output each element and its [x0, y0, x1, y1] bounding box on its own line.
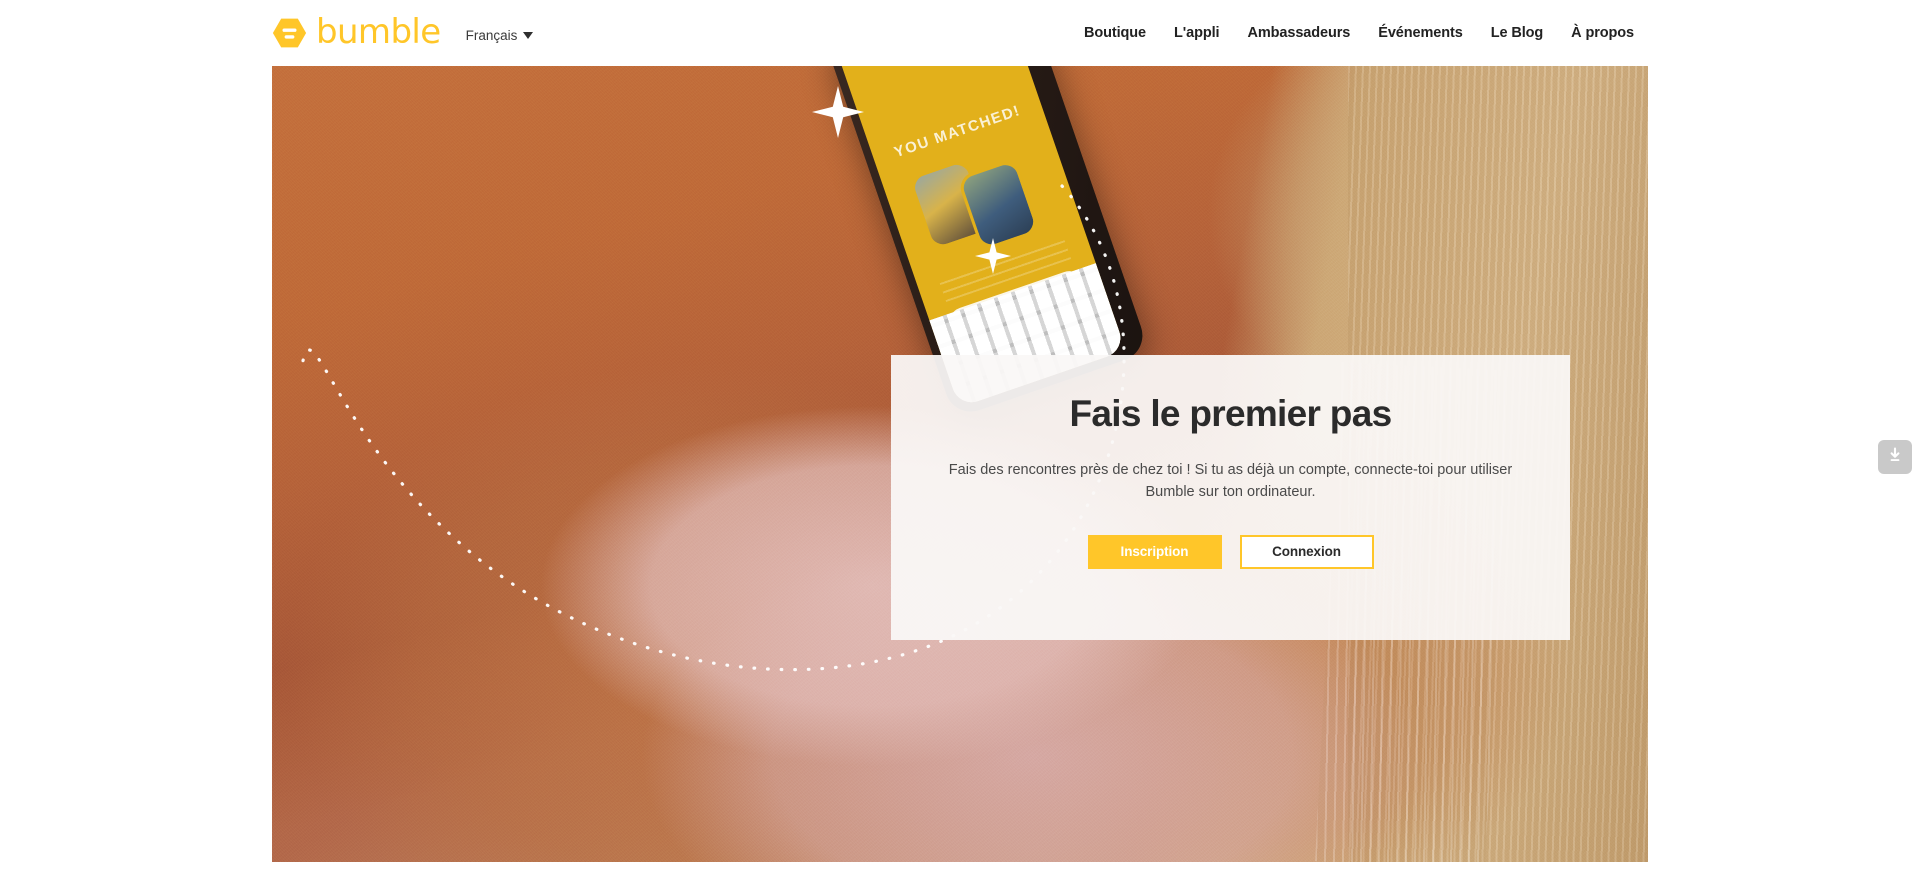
signup-button[interactable]: Inscription	[1087, 534, 1222, 569]
hero-actions: Inscription Connexion	[1087, 534, 1374, 569]
nav-item-boutique[interactable]: Boutique	[1084, 25, 1146, 41]
bumble-wordmark: bumble	[316, 12, 441, 52]
main-navigation: Boutique L'appli Ambassadeurs Événements…	[1084, 25, 1648, 41]
chevron-down-icon	[523, 31, 534, 39]
site-header: bumble Français Boutique L'appli Ambassa…	[0, 0, 1920, 66]
language-selector[interactable]: Français	[466, 28, 534, 43]
page-title: Fais le premier pas	[1069, 393, 1393, 434]
download-tab-button[interactable]	[1878, 440, 1912, 474]
nav-item-evenements[interactable]: Événements	[1378, 25, 1463, 41]
language-label: Français	[465, 27, 518, 43]
header-inner: bumble Français Boutique L'appli Ambassa…	[272, 0, 1648, 66]
hero-section: YOU MATCHED! Fais le premier pas Fais de…	[272, 66, 1648, 862]
hero-subtitle: Fais des rencontres près de chez toi ! S…	[948, 461, 1513, 501]
nav-item-lappli[interactable]: L'appli	[1174, 25, 1220, 41]
bumble-hexagon-icon	[272, 14, 307, 52]
login-button[interactable]: Connexion	[1239, 534, 1374, 569]
nav-item-ambassadeurs[interactable]: Ambassadeurs	[1247, 25, 1350, 41]
hero-cta-card: Fais le premier pas Fais des rencontres …	[891, 355, 1570, 640]
page-root: bumble Français Boutique L'appli Ambassa…	[0, 0, 1920, 880]
nav-item-a-propos[interactable]: À propos	[1571, 25, 1634, 41]
download-icon	[1886, 446, 1904, 469]
bumble-logo[interactable]: bumble	[272, 14, 441, 52]
nav-item-le-blog[interactable]: Le Blog	[1491, 25, 1544, 41]
